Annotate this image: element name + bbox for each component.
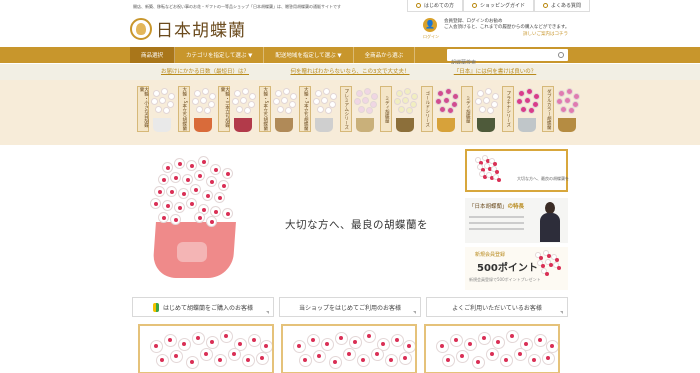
category-item[interactable]: 大輪・小さな白胡蝶蘭 xyxy=(136,84,178,134)
site-description: 開店、新築、移転などお祝い事のお花・ギフトの一等品ショップ「日本胡蝶蘭」は、贈答… xyxy=(133,4,341,9)
category-orchid-image xyxy=(433,88,460,118)
faq-link-delivery-days[interactable]: お届けにかかる日数（最短日）は？ xyxy=(133,64,278,80)
category-label: プラチナシリーズ xyxy=(501,86,514,132)
category-item[interactable]: ゴールドシリーズ xyxy=(420,84,462,134)
category-item[interactable]: 大輪・5本立ち胡蝶蘭 xyxy=(258,84,300,134)
category-label: 大輪・5本立ち胡蝶蘭 xyxy=(177,86,190,132)
category-pot xyxy=(477,118,495,132)
category-pot xyxy=(396,118,414,132)
category-pot xyxy=(315,118,333,132)
guide-button-first-shop-use[interactable]: 当ショップをはじめてご利用のお客様 xyxy=(279,297,421,317)
product-card[interactable] xyxy=(138,324,274,373)
top-link-faq[interactable]: よくある質問 xyxy=(534,0,591,12)
category-item[interactable]: ダブルカラー胡蝶蘭 xyxy=(541,84,583,134)
features-banner[interactable]: 「日本胡蝶蘭」の特長 xyxy=(465,198,568,243)
category-item[interactable]: ミディ胡蝶蘭 xyxy=(379,84,421,134)
category-pot xyxy=(517,118,536,132)
info-icon xyxy=(416,3,421,8)
orchid-logo-icon xyxy=(130,17,152,40)
category-label: ゴールドシリーズ xyxy=(420,86,433,132)
logo-text: 日本胡蝶蘭 xyxy=(156,21,246,41)
question-icon xyxy=(543,3,549,8)
category-label: 大輪・5本立ち胡蝶蘭 xyxy=(258,86,271,132)
category-label: ミディ胡蝶蘭 xyxy=(461,86,473,132)
features-title: 「日本胡蝶蘭」の特長 xyxy=(469,204,525,210)
category-pot xyxy=(274,118,293,132)
login-description: ご入会頂けると、これまでの履歴からの購入などができます。 xyxy=(444,25,570,30)
search-icon[interactable] xyxy=(558,52,564,58)
category-item[interactable]: プレミアムシリーズ xyxy=(339,84,381,134)
points-banner[interactable]: 新規会員登録 500ポイント 新規会員登録で500ポイントプレゼント xyxy=(465,247,568,290)
category-orchid-image xyxy=(514,88,541,118)
thumbnail-orchid-image xyxy=(473,155,501,185)
category-pot xyxy=(436,118,455,132)
category-label: 大輪・3本立ち胡蝶蘭 xyxy=(299,86,311,132)
features-text-lines xyxy=(469,212,524,234)
category-item[interactable]: 大輪・三本立ち胡蝶蘭 xyxy=(217,84,259,134)
category-orchid-image xyxy=(311,88,338,118)
category-label: 大輪・三本立ち胡蝶蘭 xyxy=(218,86,230,132)
login-icon-label[interactable]: ログイン xyxy=(423,34,439,40)
chevron-down-icon xyxy=(266,311,269,314)
login-box: 👤 ログイン 会員登録、ログインのお勧め ご入会頂けると、これまでの履歴からの購… xyxy=(423,16,570,41)
category-orchid-image xyxy=(473,88,500,118)
nav-by-region[interactable]: 配送地域を指定して選ぶ ▼ xyxy=(264,47,354,63)
category-item[interactable]: プラチナシリーズ xyxy=(501,84,543,134)
nav-by-category[interactable]: カテゴリを指定して選ぶ ▼ xyxy=(175,47,265,63)
hero-tagline: 大切な方へ、最良の胡蝶蘭を xyxy=(285,219,428,231)
product-orchid-image xyxy=(140,326,272,372)
hero-thumbnail[interactable]: 大切な方へ、最良の胡蝶蘭を xyxy=(465,149,569,192)
site-logo[interactable]: 日本胡蝶蘭 xyxy=(130,16,246,41)
product-card[interactable] xyxy=(424,324,560,373)
category-orchid-image xyxy=(190,88,217,118)
category-label: ミディ胡蝶蘭 xyxy=(380,86,392,132)
category-pot xyxy=(558,118,576,132)
points-heading: 新規会員登録 xyxy=(475,252,506,258)
guide-icon xyxy=(472,3,478,8)
category-item[interactable]: 大輪・3本立ち胡蝶蘭 xyxy=(298,84,340,134)
chevron-down-icon xyxy=(413,311,416,314)
category-item[interactable]: ミディ胡蝶蘭 xyxy=(460,84,502,134)
login-details-link[interactable]: 詳しいご案内はコチラ xyxy=(523,31,568,37)
chevron-down-icon xyxy=(560,311,563,314)
category-pot xyxy=(355,118,374,132)
points-note: 新規会員登録で500ポイントプレゼント xyxy=(469,277,541,282)
category-item[interactable]: 大輪・5本立ち胡蝶蘭 xyxy=(177,84,219,134)
points-value: 500ポイント xyxy=(477,263,538,274)
faq-link-what-to-write[interactable]: 『日本』には何を書けば良いの？ xyxy=(423,64,568,80)
top-link-first-time[interactable]: はじめての方 xyxy=(407,0,464,12)
category-label: 大輪・小さな白胡蝶蘭 xyxy=(137,86,149,132)
faq-link-what-to-send[interactable]: 何を贈ればわからないなら、この3文で大丈夫！ xyxy=(278,64,423,80)
category-orchid-image xyxy=(230,88,257,118)
hero-banner[interactable]: 大切な方へ、最良の胡蝶蘭を xyxy=(132,150,463,291)
top-link-shopping-guide[interactable]: ショッピングガイド xyxy=(463,0,535,12)
staff-photo xyxy=(538,202,562,242)
category-orchid-image xyxy=(149,88,176,118)
product-orchid-image xyxy=(283,326,415,372)
guide-button-first-purchase[interactable]: はじめて胡蝶蘭をご購入のお客様 xyxy=(132,297,274,317)
guide-button-returning[interactable]: よくご利用いただいているお客様 xyxy=(426,297,568,317)
category-label: ダブルカラー胡蝶蘭 xyxy=(542,86,554,132)
hero-ribbon xyxy=(177,242,207,262)
category-pot xyxy=(153,118,171,132)
product-card[interactable] xyxy=(281,324,417,373)
product-orchid-image xyxy=(426,326,558,372)
category-orchid-image xyxy=(554,88,581,118)
category-label: プレミアムシリーズ xyxy=(339,86,352,132)
nav-product-select[interactable]: 商品選択 xyxy=(130,47,176,63)
main-nav: 商品選択 カテゴリを指定して選ぶ ▼ 配送地域を指定して選ぶ ▼ 全商品から選ぶ xyxy=(0,47,700,69)
thumbnail-label: 大切な方へ、最良の胡蝶蘭を xyxy=(517,176,569,181)
login-icon[interactable]: 👤 xyxy=(423,18,437,32)
category-orchid-image xyxy=(392,88,419,118)
category-orchid-image xyxy=(352,88,379,118)
top-links: はじめての方 ショッピングガイド よくある質問 xyxy=(407,0,591,12)
category-orchid-image xyxy=(271,88,298,118)
points-orchid-image xyxy=(533,250,565,288)
beginner-leaf-icon xyxy=(152,302,160,312)
nav-all-products[interactable]: 全商品から選ぶ xyxy=(354,47,416,63)
category-pot xyxy=(234,118,252,132)
faq-links-bar: お届けにかかる日数（最短日）は？ 何を贈ればわからないなら、この3文で大丈夫！ … xyxy=(0,64,700,80)
category-pot xyxy=(193,118,212,132)
search-box xyxy=(447,49,568,69)
